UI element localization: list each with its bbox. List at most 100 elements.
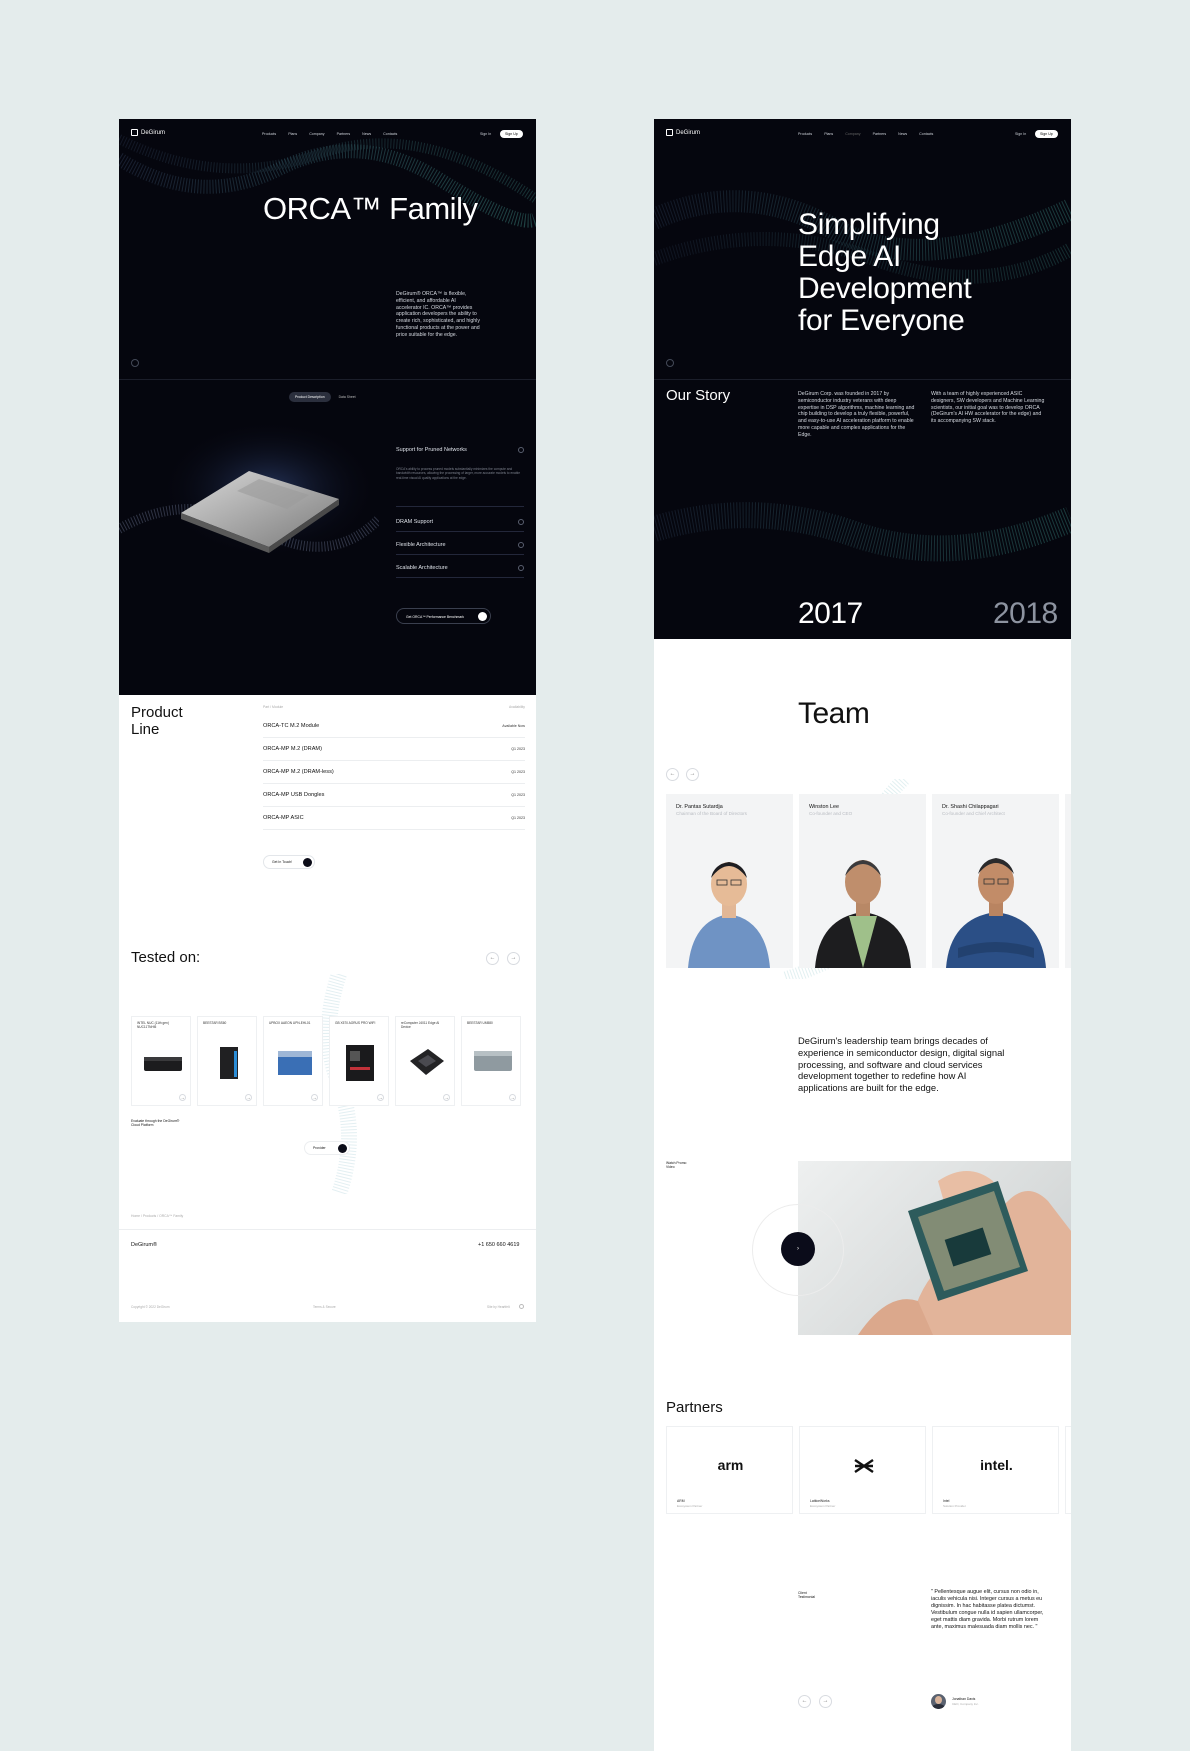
team-member-card[interactable]: [1065, 794, 1071, 968]
chip-image: [119, 419, 379, 559]
partner-card[interactable]: arm ARM Ecosystem Partner: [666, 1426, 793, 1514]
arm-logo: arm: [717, 1457, 744, 1473]
wave-graphic: [654, 502, 1071, 562]
testimonial-role: CEO, Company Inc.: [952, 1702, 979, 1706]
partner-card[interactable]: intel. Intel Solution Provider: [932, 1426, 1059, 1514]
degirum-logo[interactable]: DeGirum: [666, 129, 700, 136]
partners-title: Partners: [666, 1399, 723, 1416]
partner-card[interactable]: [1065, 1426, 1071, 1514]
timeline-year-current[interactable]: 2017: [798, 597, 863, 631]
made-by-link[interactable]: Site by Heartfelt: [487, 1305, 510, 1309]
device-card[interactable]: BEESTAR BS60 →: [197, 1016, 257, 1106]
arrow-right-icon[interactable]: →: [443, 1094, 450, 1101]
feature-scalable-architecture[interactable]: Scalable Architecture: [396, 565, 524, 578]
scroll-down-icon[interactable]: [666, 359, 674, 367]
top-nav: DeGirum Products Plans Company Partners …: [654, 119, 1071, 149]
arrow-right-icon: [303, 858, 312, 867]
signin-link[interactable]: Sign In: [1015, 132, 1026, 136]
nav-partners[interactable]: Partners: [337, 132, 351, 136]
table-row[interactable]: ORCA-MP ASIC Q1 2023: [263, 807, 525, 830]
arrow-right-icon[interactable]: →: [377, 1094, 384, 1101]
description-tabs: Product Description Data Sheet: [289, 392, 360, 402]
table-row[interactable]: ORCA-MP M.2 (DRAM-less) Q1 2023: [263, 761, 525, 784]
team-member-card[interactable]: Dr. Shashi Chilappagari Co-founder and C…: [932, 794, 1059, 968]
signin-link[interactable]: Sign In: [480, 132, 491, 136]
prev-arrow-icon[interactable]: ←: [798, 1695, 811, 1708]
feature-flexible-architecture[interactable]: Flexible Architecture: [396, 542, 524, 555]
expand-icon[interactable]: [518, 519, 524, 525]
company-page: DeGirum Products Plans Company Partners …: [654, 119, 1071, 1751]
nav-news[interactable]: News: [362, 132, 371, 136]
divider: [654, 379, 1071, 380]
arrow-right-icon[interactable]: →: [245, 1094, 252, 1101]
feature-pruned-networks[interactable]: Support for Pruned Networks ORCA's abili…: [396, 447, 524, 507]
nav-company[interactable]: Company: [845, 132, 860, 136]
expand-icon[interactable]: [518, 565, 524, 571]
product-line-title: Product Line: [131, 704, 183, 738]
device-card[interactable]: UPBOX AAEON UPN-EHL01 →: [263, 1016, 323, 1106]
nav-contacts[interactable]: Contacts: [919, 132, 933, 136]
play-icon[interactable]: ›: [781, 1232, 815, 1266]
team-title: Team: [798, 697, 870, 730]
device-card[interactable]: GB X570 AORUS PRO WIFI →: [329, 1016, 389, 1106]
arrow-right-icon: [478, 612, 487, 621]
prev-arrow-icon[interactable]: ←: [486, 952, 499, 965]
feature-dram-support[interactable]: DRAM Support: [396, 519, 524, 532]
company-hero-section: DeGirum Products Plans Company Partners …: [654, 119, 1071, 639]
next-arrow-icon[interactable]: →: [507, 952, 520, 965]
nav-partners[interactable]: Partners: [873, 132, 887, 136]
timeline-year-next[interactable]: 2018: [993, 597, 1058, 631]
table-row[interactable]: ORCA-TC M.2 Module Available Now: [263, 715, 525, 738]
arrow-right-icon[interactable]: →: [179, 1094, 186, 1101]
table-row[interactable]: ORCA-MP M.2 (DRAM) Q1 2023: [263, 738, 525, 761]
prev-arrow-icon[interactable]: ←: [666, 768, 679, 781]
testimonial-author: Jonathan Davis: [952, 1697, 976, 1701]
degirum-logo[interactable]: DeGirum: [131, 129, 165, 136]
table-row[interactable]: ORCA-MP USB Dongles Q1 2023: [263, 784, 525, 807]
nav-links: Products Plans Company Partners News Con…: [262, 132, 397, 136]
testimonial-quote: " Pellentesque augue elit, cursus non od…: [931, 1589, 1044, 1631]
orca-hero-section: DeGirum Products Plans Company Partners …: [119, 119, 536, 695]
nav-news[interactable]: News: [898, 132, 907, 136]
story-text-2: With a team of highly experienced ASIC d…: [931, 391, 1045, 424]
team-member-card[interactable]: Winston Lee Co-founder and CEO: [799, 794, 926, 968]
team-member-card[interactable]: Dr. Pantas Sutardja Chairman of the Boar…: [666, 794, 793, 968]
nav-plans[interactable]: Plans: [824, 132, 833, 136]
nav-plans[interactable]: Plans: [288, 132, 297, 136]
footer-phone[interactable]: +1 650 660 4619: [478, 1242, 519, 1248]
partner-card[interactable]: LatticeWorks Ecosystem Partner: [799, 1426, 926, 1514]
footer-brand[interactable]: DeGirum®: [131, 1242, 157, 1248]
nav-products[interactable]: Products: [262, 132, 276, 136]
device-card[interactable]: reComputer J4011 Edge AI Device →: [395, 1016, 455, 1106]
arrow-right-icon[interactable]: →: [509, 1094, 516, 1101]
breadcrumb[interactable]: Home / Products / ORCA™ Family: [131, 1214, 183, 1218]
device-card[interactable]: INTEL NUC (11th gen) NUC11TNHi5 →: [131, 1016, 191, 1106]
testimonial-label: Client Testimonial: [798, 1591, 815, 1600]
device-image: [278, 1051, 312, 1075]
collapse-icon[interactable]: [518, 447, 524, 453]
device-card[interactable]: BEESTAR UM580 →: [461, 1016, 521, 1106]
person-photo: [946, 858, 1046, 968]
nav-company[interactable]: Company: [309, 132, 324, 136]
expand-icon[interactable]: [518, 542, 524, 548]
arrow-right-icon[interactable]: →: [311, 1094, 318, 1101]
next-arrow-icon[interactable]: →: [686, 768, 699, 781]
terms-link[interactable]: Terms & Secure: [313, 1305, 336, 1309]
provider-button[interactable]: Provider: [304, 1141, 350, 1155]
copyright: Copyright © 2022 DeGirum: [131, 1305, 170, 1309]
signup-button[interactable]: Sign Up: [500, 130, 523, 138]
tab-product-description[interactable]: Product Description: [289, 392, 331, 402]
get-in-touch-button[interactable]: Get In Touch!: [263, 855, 315, 869]
story-text-1: DeGirum Corp. was founded in 2017 by sem…: [798, 391, 915, 438]
next-arrow-icon[interactable]: →: [819, 1695, 832, 1708]
nav-products[interactable]: Products: [798, 132, 812, 136]
person-photo: [815, 860, 911, 968]
scroll-down-icon[interactable]: [131, 359, 139, 367]
agency-icon[interactable]: [519, 1304, 524, 1309]
page-title: ORCA™ Family: [263, 191, 478, 226]
nav-contacts[interactable]: Contacts: [383, 132, 397, 136]
benchmark-button[interactable]: Get ORCA™ Performance Benchmark: [396, 608, 491, 624]
tab-data-sheet[interactable]: Data Sheet: [335, 392, 360, 402]
signup-button[interactable]: Sign Up: [1035, 130, 1058, 138]
product-table-header: Part / Module Availability: [263, 705, 525, 709]
